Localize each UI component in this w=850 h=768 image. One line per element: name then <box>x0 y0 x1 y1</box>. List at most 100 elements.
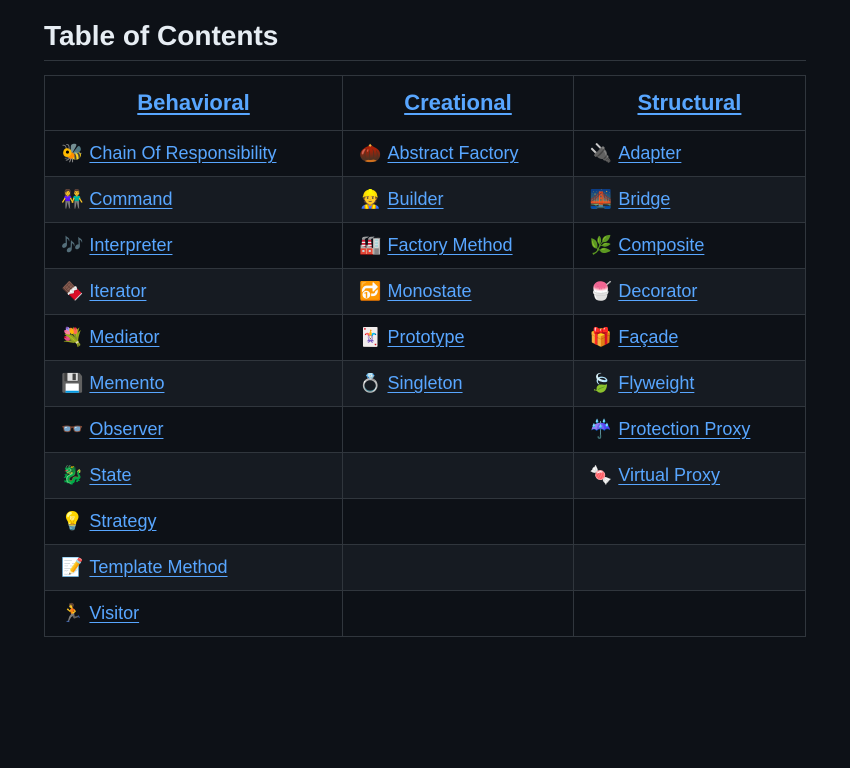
cell-behavioral: 👓 Observer <box>45 407 343 453</box>
cell-structural: ☔ Protection Proxy <box>573 407 805 453</box>
toc-table: Behavioral Creational Structural 🐝 Chain … <box>44 75 806 637</box>
cell-structural: 🌿 Composite <box>573 223 805 269</box>
link-protection-proxy[interactable]: Protection Proxy <box>618 419 750 439</box>
couple-icon: 👫 <box>61 189 83 210</box>
cell-structural-empty <box>573 545 805 591</box>
cell-creational-empty <box>343 591 574 637</box>
joker-icon: 🃏 <box>359 327 381 348</box>
column-structural-link[interactable]: Structural <box>637 90 741 115</box>
column-behavioral: Behavioral <box>45 76 343 131</box>
link-mediator[interactable]: Mediator <box>89 327 159 347</box>
dragon-icon: 🐉 <box>61 465 83 486</box>
table-row: 🎶 Interpreter 🏭 Factory Method 🌿 Composite <box>45 223 806 269</box>
table-row: 💐 Mediator 🃏 Prototype 🎁Façade <box>45 315 806 361</box>
column-structural: Structural <box>573 76 805 131</box>
bouquet-icon: 💐 <box>61 327 83 348</box>
cell-creational: 💍 Singleton <box>343 361 574 407</box>
cell-structural: 🌉 Bridge <box>573 177 805 223</box>
link-chain-of-responsibility[interactable]: Chain Of Responsibility <box>89 143 276 163</box>
cell-creational-empty <box>343 453 574 499</box>
umbrella-icon: ☔ <box>590 419 612 440</box>
bee-icon: 🐝 <box>61 143 83 164</box>
link-builder[interactable]: Builder <box>387 189 443 209</box>
cell-structural: 🍧 Decorator <box>573 269 805 315</box>
cell-behavioral: 🐝 Chain Of Responsibility <box>45 131 343 177</box>
plug-icon: 🔌 <box>590 143 612 164</box>
link-observer[interactable]: Observer <box>89 419 163 439</box>
table-row: 👫 Command 👷 Builder 🌉 Bridge <box>45 177 806 223</box>
link-flyweight[interactable]: Flyweight <box>618 373 694 393</box>
link-interpreter[interactable]: Interpreter <box>89 235 172 255</box>
repeat-one-icon: 🔂 <box>359 281 381 302</box>
link-strategy[interactable]: Strategy <box>89 511 156 531</box>
table-row: 🐉 State 🍬 Virtual Proxy <box>45 453 806 499</box>
factory-icon: 🏭 <box>359 235 381 256</box>
cell-structural-empty <box>573 499 805 545</box>
page-title: Table of Contents <box>44 20 806 61</box>
table-row: 💡 Strategy <box>45 499 806 545</box>
link-decorator[interactable]: Decorator <box>618 281 697 301</box>
link-prototype[interactable]: Prototype <box>387 327 464 347</box>
lightbulb-icon: 💡 <box>61 511 83 532</box>
eyeglasses-icon: 👓 <box>61 419 83 440</box>
cell-creational: 👷 Builder <box>343 177 574 223</box>
table-row: 👓 Observer ☔ Protection Proxy <box>45 407 806 453</box>
link-command[interactable]: Command <box>89 189 172 209</box>
table-row: 🐝 Chain Of Responsibility 🌰 Abstract Facto… <box>45 131 806 177</box>
cell-behavioral: 👫 Command <box>45 177 343 223</box>
link-visitor[interactable]: Visitor <box>89 603 139 623</box>
link-bridge[interactable]: Bridge <box>618 189 670 209</box>
link-singleton[interactable]: Singleton <box>387 373 462 393</box>
cell-structural: 🎁Façade <box>573 315 805 361</box>
shaved-ice-icon: 🍧 <box>590 281 612 302</box>
cell-behavioral: 🎶 Interpreter <box>45 223 343 269</box>
cell-behavioral: 💐 Mediator <box>45 315 343 361</box>
memo-icon: 📝 <box>61 557 83 578</box>
cell-creational: 🌰 Abstract Factory <box>343 131 574 177</box>
link-adapter[interactable]: Adapter <box>618 143 681 163</box>
table-row: 📝 Template Method <box>45 545 806 591</box>
cell-creational: 🏭 Factory Method <box>343 223 574 269</box>
cell-creational-empty <box>343 407 574 453</box>
cell-behavioral: 🏃 Visitor <box>45 591 343 637</box>
table-row: 🏃 Visitor <box>45 591 806 637</box>
link-template-method[interactable]: Template Method <box>89 557 227 577</box>
cell-behavioral: 🐉 State <box>45 453 343 499</box>
link-composite[interactable]: Composite <box>618 235 704 255</box>
link-state[interactable]: State <box>89 465 131 485</box>
runner-icon: 🏃 <box>61 603 83 624</box>
cell-behavioral: 💾 Memento <box>45 361 343 407</box>
chocolate-icon: 🍫 <box>61 281 83 302</box>
link-facade[interactable]: Façade <box>618 327 678 347</box>
link-abstract-factory[interactable]: Abstract Factory <box>387 143 518 163</box>
candy-icon: 🍬 <box>590 465 612 486</box>
ring-icon: 💍 <box>359 373 381 394</box>
chestnut-icon: 🌰 <box>359 143 381 164</box>
link-memento[interactable]: Memento <box>89 373 164 393</box>
column-behavioral-link[interactable]: Behavioral <box>137 90 250 115</box>
cell-creational: 🔂 Monostate <box>343 269 574 315</box>
leaf-icon: 🍃 <box>590 373 612 394</box>
link-monostate[interactable]: Monostate <box>387 281 471 301</box>
cell-structural: 🍃 Flyweight <box>573 361 805 407</box>
floppy-disk-icon: 💾 <box>61 373 83 394</box>
musical-notes-icon: 🎶 <box>61 235 83 256</box>
cell-behavioral: 📝 Template Method <box>45 545 343 591</box>
link-virtual-proxy[interactable]: Virtual Proxy <box>618 465 720 485</box>
link-factory-method[interactable]: Factory Method <box>387 235 512 255</box>
cell-creational: 🃏 Prototype <box>343 315 574 361</box>
cell-behavioral: 🍫 Iterator <box>45 269 343 315</box>
cell-structural: 🔌 Adapter <box>573 131 805 177</box>
cell-creational-empty <box>343 499 574 545</box>
column-creational-link[interactable]: Creational <box>404 90 512 115</box>
cell-behavioral: 💡 Strategy <box>45 499 343 545</box>
cell-structural-empty <box>573 591 805 637</box>
link-iterator[interactable]: Iterator <box>89 281 146 301</box>
bridge-icon: 🌉 <box>590 189 612 210</box>
construction-worker-icon: 👷 <box>359 189 381 210</box>
table-row: 🍫 Iterator 🔂 Monostate 🍧 Decorator <box>45 269 806 315</box>
herb-icon: 🌿 <box>590 235 612 256</box>
cell-structural: 🍬 Virtual Proxy <box>573 453 805 499</box>
column-creational: Creational <box>343 76 574 131</box>
table-row: 💾 Memento 💍 Singleton 🍃 Flyweight <box>45 361 806 407</box>
